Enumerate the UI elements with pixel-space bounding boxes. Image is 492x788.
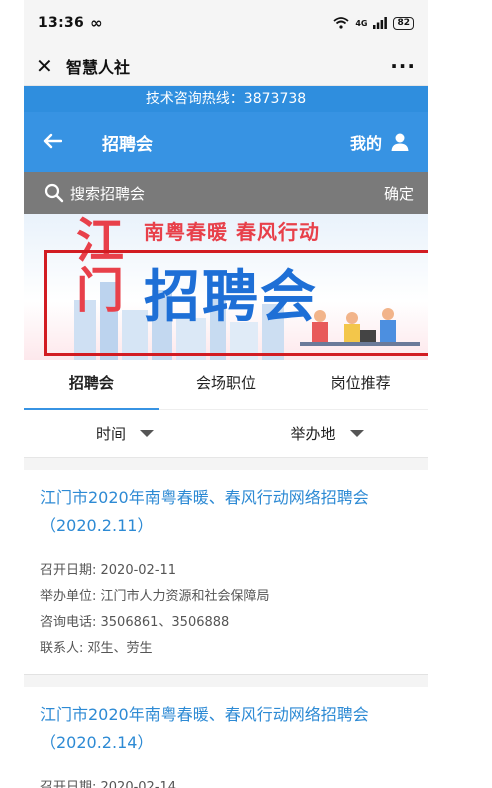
network-type: 4G xyxy=(355,18,368,28)
signal-icon xyxy=(373,17,388,29)
phone-screen: 13:36 ∞ 4G 82 ✕ 智慧人社 ··· 技术咨询热线：3873738 xyxy=(24,0,428,788)
job-fair-details: 召开日期: 2020-02-11 举办单位: 江门市人力资源和社会保障局 咨询电… xyxy=(40,558,412,662)
search-confirm-button[interactable]: 确定 xyxy=(384,183,414,204)
banner-slogan: 南粤春暖 春风行动 xyxy=(144,220,320,244)
tab-job-recommendations[interactable]: 岗位推荐 xyxy=(293,360,428,409)
filter-time[interactable]: 时间 xyxy=(24,423,226,444)
window-title-bar: ✕ 智慧人社 ··· xyxy=(24,46,428,86)
promo-banner[interactable]: 江门 南粤春暖 春风行动 招聘会 xyxy=(24,214,428,360)
status-bar: 13:36 ∞ 4G 82 xyxy=(24,0,428,46)
hotline-banner: 技术咨询热线：3873738 xyxy=(24,86,428,112)
job-fair-phone: 咨询电话: 3506861、3506888 xyxy=(40,615,230,630)
job-fair-date: 召开日期: 2020-02-14 xyxy=(40,780,177,788)
job-fair-card[interactable]: 江门市2020年南粤春暖、春风行动网络招聘会（2020.2.14） 召开日期: … xyxy=(24,687,428,788)
job-fair-title[interactable]: 江门市2020年南粤春暖、春风行动网络招聘会（2020.2.11） xyxy=(40,484,412,540)
user-icon xyxy=(391,133,409,151)
status-icons: 4G 82 xyxy=(333,16,414,30)
chevron-down-icon xyxy=(140,430,154,437)
infinity-icon: ∞ xyxy=(90,14,103,32)
search-input[interactable]: 搜索招聘会 xyxy=(70,183,145,204)
job-fair-details: 召开日期: 2020-02-14 xyxy=(40,775,412,788)
job-fair-card[interactable]: 江门市2020年南粤春暖、春风行动网络招聘会（2020.2.11） 召开日期: … xyxy=(24,470,428,675)
battery-icon: 82 xyxy=(393,16,414,30)
back-arrow-icon[interactable] xyxy=(42,130,82,155)
divider xyxy=(24,458,428,470)
mine-button[interactable]: 我的 xyxy=(350,130,410,154)
search-bar: 搜索招聘会 确定 xyxy=(24,172,428,214)
job-fair-date: 召开日期: 2020-02-11 xyxy=(40,563,177,578)
banner-highlight-frame xyxy=(44,250,428,356)
wifi-icon xyxy=(333,17,349,29)
tab-venue-positions[interactable]: 会场职位 xyxy=(159,360,294,409)
tab-job-fairs[interactable]: 招聘会 xyxy=(24,360,159,410)
job-fair-organizer: 举办单位: 江门市人力资源和社会保障局 xyxy=(40,589,270,604)
filter-time-label: 时间 xyxy=(95,425,126,443)
filter-venue[interactable]: 举办地 xyxy=(226,423,428,444)
status-time: 13:36 xyxy=(38,15,85,31)
app-title: 智慧人社 xyxy=(66,57,131,77)
more-icon[interactable]: ··· xyxy=(390,54,416,78)
tab-bar: 招聘会 会场职位 岗位推荐 xyxy=(24,360,428,410)
filter-venue-label: 举办地 xyxy=(290,425,336,443)
nav-bar: 招聘会 我的 xyxy=(24,112,428,172)
mine-label: 我的 xyxy=(349,134,382,153)
search-icon xyxy=(44,183,64,203)
job-fair-contact: 联系人: 邓生、劳生 xyxy=(40,641,153,656)
filter-bar: 时间 举办地 xyxy=(24,410,428,458)
chevron-down-icon xyxy=(349,430,364,437)
job-fair-title[interactable]: 江门市2020年南粤春暖、春风行动网络招聘会（2020.2.14） xyxy=(40,701,412,757)
page-title: 招聘会 xyxy=(102,134,153,155)
divider xyxy=(24,675,428,687)
close-icon[interactable]: ✕ xyxy=(36,54,58,78)
